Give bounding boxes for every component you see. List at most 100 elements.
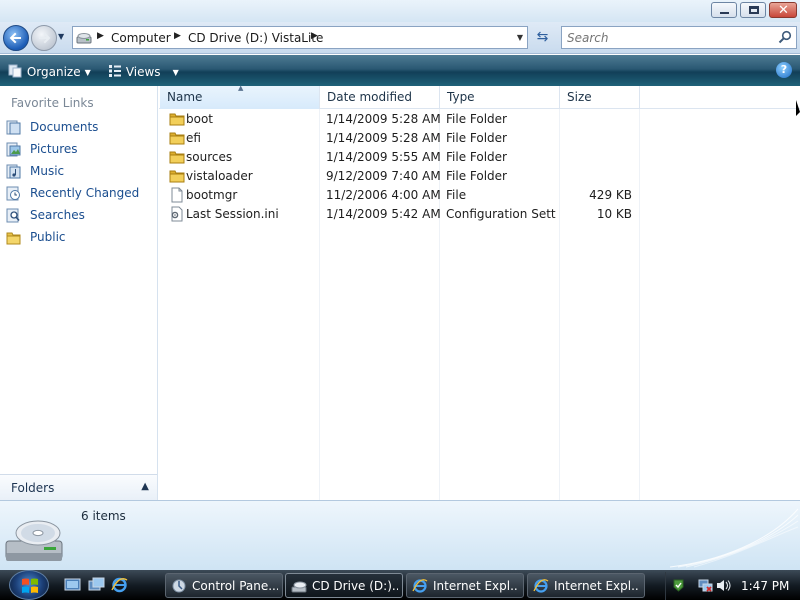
breadcrumb-cd-drive[interactable]: CD Drive (D:) VistaLite [188, 31, 323, 45]
folder-icon [169, 113, 185, 126]
folder-icon [169, 170, 185, 183]
nav-item-label: Music [30, 164, 65, 178]
taskbar-button-control-panel[interactable]: Control Pane... [165, 573, 283, 598]
favorite-links-header: Favorite Links [11, 96, 94, 110]
breadcrumb-separator[interactable]: ▶ [311, 31, 318, 41]
search-input[interactable] [562, 27, 772, 48]
organize-button[interactable]: Organize ▼ [8, 62, 91, 80]
taskbar-button-cd-drive[interactable]: CD Drive (D:)... [285, 573, 403, 598]
file-date-modified: 1/14/2009 5:55 AM [326, 150, 441, 164]
file-name: sources [186, 150, 233, 164]
file-list[interactable]: Name ▲ Date modified Type Size boot 1/14… [159, 84, 800, 500]
file-type: File [446, 188, 467, 202]
item-count: 6 items [81, 509, 126, 523]
address-dropdown-icon[interactable]: ▼ [517, 33, 523, 42]
control-panel-icon [172, 579, 186, 593]
pictures-icon [6, 142, 21, 157]
nav-item-label: Public [30, 230, 66, 244]
maximize-button[interactable] [740, 2, 766, 18]
file-name: bootmgr [186, 188, 238, 202]
dropdown-arrow-icon: ▼ [172, 68, 179, 77]
nav-item-music[interactable]: Music [6, 163, 156, 181]
clock[interactable]: 1:47 PM [741, 579, 789, 593]
forward-arrow-icon [39, 32, 51, 44]
recent-pages-dropdown[interactable]: ▼ [58, 32, 68, 42]
minimize-icon [720, 12, 729, 14]
file-row[interactable]: boot 1/14/2009 5:28 AM File Folder [159, 110, 800, 129]
file-row[interactable]: Last Session.ini 1/14/2009 5:42 AM Confi… [159, 205, 800, 224]
decorative-swoosh [669, 508, 799, 568]
column-header-name[interactable]: Name ▲ [160, 84, 320, 109]
folders-toggle[interactable]: Folders ▲ [0, 474, 157, 500]
column-header-type[interactable]: Type [440, 86, 560, 109]
file-date-modified: 1/14/2009 5:28 AM [326, 131, 441, 145]
breadcrumb-separator[interactable]: ▶ [97, 31, 104, 41]
internet-explorer-icon[interactable] [111, 577, 128, 593]
nav-item-pictures[interactable]: Pictures [6, 141, 156, 159]
close-button[interactable]: ✕ [769, 2, 797, 18]
refresh-icon: ⇆ [536, 29, 549, 45]
forward-button[interactable] [31, 25, 57, 51]
details-pane: 6 items [0, 500, 800, 570]
taskbar: Control Pane... CD Drive (D:)... Interne… [0, 570, 800, 600]
show-desktop-icon[interactable] [64, 577, 81, 593]
windows-logo-icon [22, 578, 38, 593]
address-bar[interactable]: ▶ Computer ▶ CD Drive (D:) VistaLite ▶ ▼ [72, 26, 528, 49]
breadcrumb-computer[interactable]: Computer [111, 31, 171, 45]
folder-icon [169, 151, 185, 164]
searches-icon [6, 208, 20, 223]
column-header-label: Type [447, 90, 475, 104]
folders-label: Folders [11, 481, 55, 495]
file-date-modified: 11/2/2006 4:00 AM [326, 188, 441, 202]
file-row[interactable]: efi 1/14/2009 5:28 AM File Folder [159, 129, 800, 148]
maximize-icon [749, 6, 759, 14]
file-row[interactable]: bootmgr 11/2/2006 4:00 AM File 429 KB [159, 186, 800, 205]
cd-drive-small-icon [76, 33, 92, 44]
search-box[interactable] [561, 26, 797, 49]
file-row[interactable]: vistaloader 9/12/2009 7:40 AM File Folde… [159, 167, 800, 186]
cd-drive-icon [291, 581, 307, 593]
sort-ascending-icon: ▲ [238, 84, 244, 92]
column-header-label: Name [167, 90, 203, 104]
security-center-icon[interactable] [671, 578, 686, 593]
file-type: File Folder [446, 131, 507, 145]
organize-icon [8, 64, 22, 78]
internet-explorer-icon [533, 579, 549, 593]
file-name: vistaloader [186, 169, 253, 183]
file-date-modified: 1/14/2009 5:42 AM [326, 207, 441, 221]
nav-item-label: Recently Changed [30, 186, 140, 200]
organize-label: Organize [26, 65, 81, 79]
search-icon[interactable] [778, 30, 792, 44]
taskbar-button-internet-explorer[interactable]: Internet Expl... [406, 573, 524, 598]
minimize-button[interactable] [711, 2, 737, 18]
refresh-button[interactable]: ⇆ [531, 27, 554, 48]
file-name: boot [186, 112, 214, 126]
network-icon[interactable] [698, 578, 713, 593]
file-type: Configuration Sett... [446, 207, 556, 221]
nav-item-searches[interactable]: Searches [6, 207, 156, 225]
column-header-size[interactable]: Size [560, 86, 640, 109]
address-row: ▼ ▶ Computer ▶ CD Drive (D:) VistaLite ▶… [0, 22, 800, 54]
file-type: File Folder [446, 112, 507, 126]
column-header-row: Name ▲ Date modified Type Size [159, 84, 800, 109]
folder-icon [169, 132, 185, 145]
taskbar-button-label: Control Pane... [192, 579, 278, 593]
file-row[interactable]: sources 1/14/2009 5:55 AM File Folder [159, 148, 800, 167]
breadcrumb-separator[interactable]: ▶ [174, 31, 181, 41]
volume-icon[interactable] [716, 578, 731, 593]
nav-item-recently-changed[interactable]: Recently Changed [6, 185, 156, 203]
help-icon[interactable]: ? [776, 62, 792, 78]
nav-item-documents[interactable]: Documents [6, 119, 156, 137]
title-bar[interactable]: ✕ [0, 0, 800, 22]
column-header-date-modified[interactable]: Date modified [320, 86, 440, 109]
taskbar-button-internet-explorer[interactable]: Internet Expl... [527, 573, 645, 598]
back-arrow-icon [9, 32, 21, 44]
views-button[interactable]: Views ▼ [108, 62, 179, 80]
file-type: File Folder [446, 150, 507, 164]
start-button[interactable] [9, 570, 49, 600]
back-button[interactable] [3, 25, 29, 51]
taskbar-button-label: Internet Expl... [554, 579, 640, 593]
nav-item-public[interactable]: Public [6, 229, 156, 247]
taskbar-button-label: CD Drive (D:)... [312, 579, 398, 593]
switch-windows-icon[interactable] [88, 577, 105, 593]
